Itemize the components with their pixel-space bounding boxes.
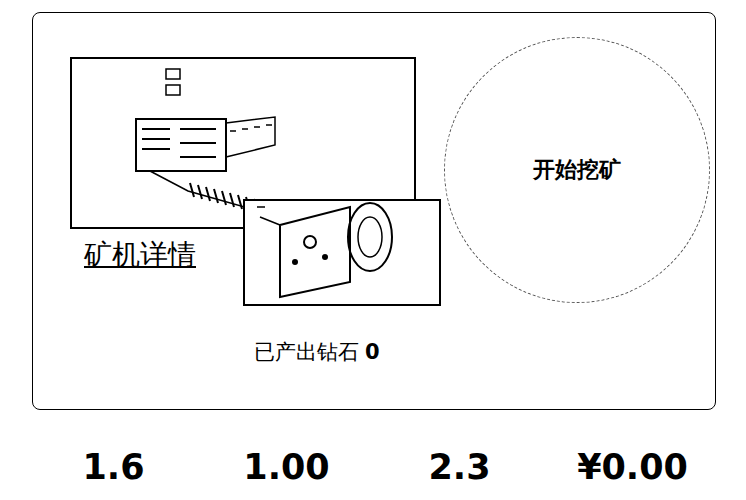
mining-screen: 矿机详情已产出钻石0开始挖矿1.61.002.3¥0.00 [0,0,746,500]
stats-row: 1.61.002.3¥0.00 [0,446,746,488]
machine-details-link[interactable]: 矿机详情 [84,237,196,273]
mining-card: 矿机详情已产出钻石0开始挖矿 [32,12,716,410]
machine-column: 矿机详情已产出钻石0 [70,57,442,366]
output-label: 已产出钻石 [254,339,359,366]
start-mining-button[interactable]: 开始挖矿 [444,37,710,303]
output-value: 0 [365,339,380,366]
stat-value: 2.3 [373,446,546,488]
stat-value: ¥0.00 [546,446,719,488]
machine-figure: 矿机详情 [70,57,442,307]
stat-value: 1.00 [200,446,373,488]
diamond-output: 已产出钻石0 [70,339,442,366]
stat-value: 1.6 [27,446,200,488]
